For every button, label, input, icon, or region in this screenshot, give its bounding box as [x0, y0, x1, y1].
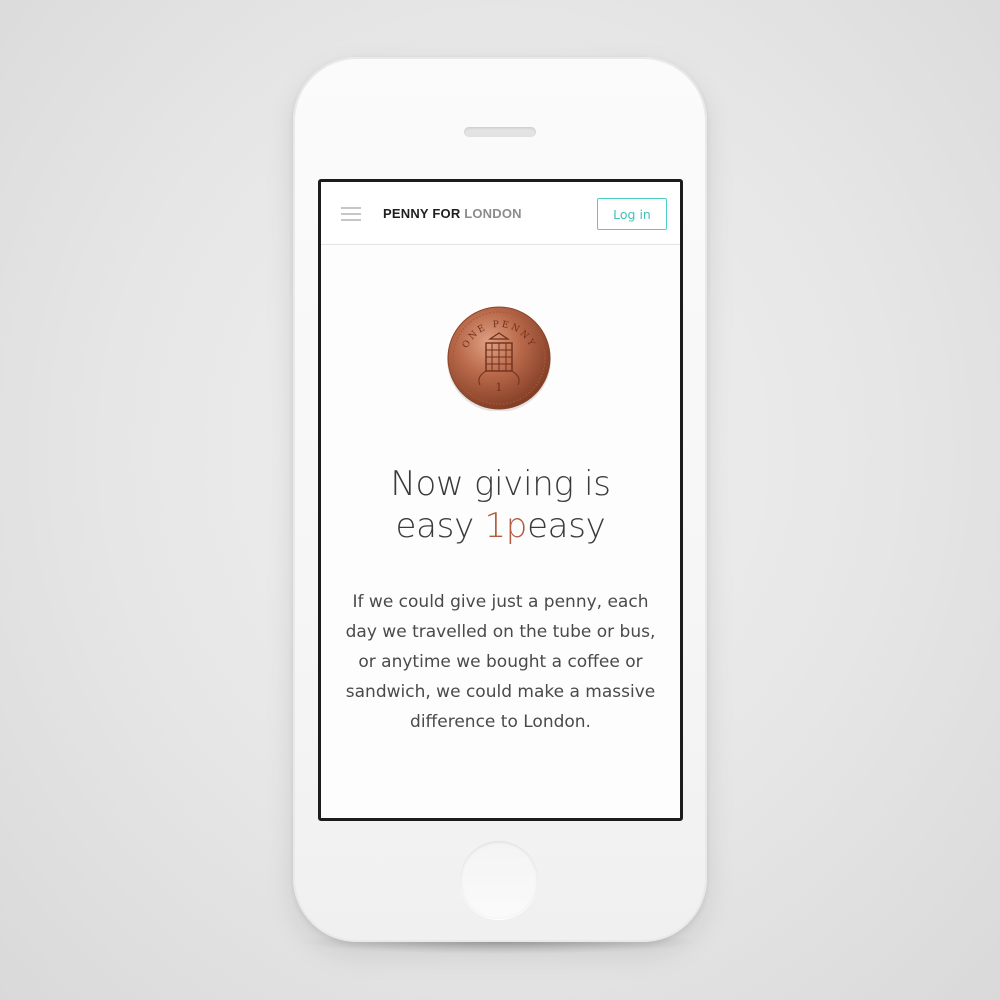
brand-logo-part2: LONDON [464, 206, 522, 221]
hero-body-text: If we could give just a penny, each day … [345, 592, 656, 732]
top-navigation-bar: PENNY FOR LONDON Log in [321, 182, 680, 245]
hero-headline: Now giving is easy 1peasy [321, 463, 680, 547]
headline-prefix: easy [395, 506, 485, 546]
headline-suffix: easy [527, 506, 606, 546]
penny-coin-icon: ONE PENNY 1 [447, 306, 551, 411]
coin-denomination: 1 [496, 381, 503, 394]
headline-accent-1p: 1p [484, 506, 528, 546]
phone-screen: PENNY FOR LONDON Log in ONE PENNY 1 Now … [318, 179, 683, 821]
phone-speaker [464, 127, 536, 137]
login-button[interactable]: Log in [597, 198, 667, 230]
hero-headline-line2: easy 1peasy [321, 505, 680, 547]
hero-headline-line1: Now giving is [390, 464, 611, 504]
brand-logo-part1: PENNY FOR [383, 206, 461, 221]
hamburger-menu-icon[interactable] [341, 207, 361, 223]
phone-home-button [460, 841, 538, 919]
phone-mockup: PENNY FOR LONDON Log in ONE PENNY 1 Now … [293, 57, 707, 942]
brand-logo[interactable]: PENNY FOR LONDON [383, 206, 522, 221]
